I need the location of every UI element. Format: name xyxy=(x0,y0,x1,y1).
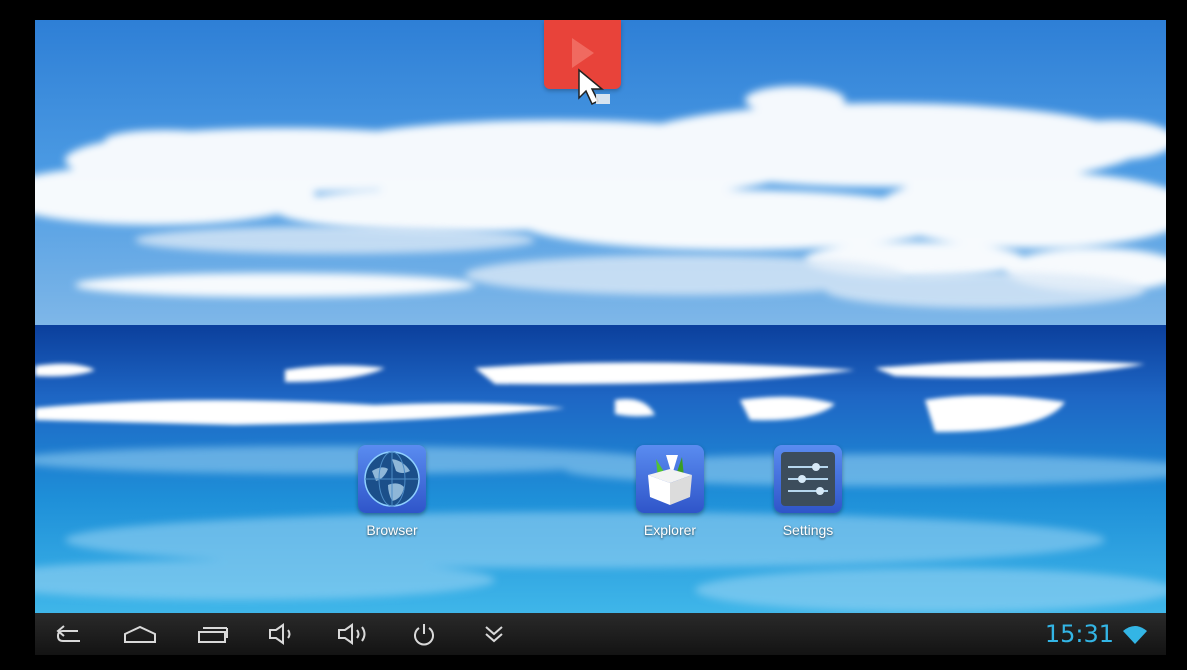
file-box-icon xyxy=(636,445,704,513)
app-settings[interactable]: Settings xyxy=(758,445,858,555)
wifi-icon xyxy=(1123,626,1147,644)
home-icon xyxy=(124,625,156,643)
app-label: Browser xyxy=(366,522,418,538)
power-button[interactable] xyxy=(399,613,449,655)
navigation-bar: 15:31 xyxy=(35,613,1166,655)
back-icon xyxy=(56,625,80,642)
globe-icon xyxy=(358,445,426,513)
power-icon xyxy=(414,624,434,646)
home-button[interactable] xyxy=(115,613,165,655)
collapse-button[interactable] xyxy=(469,613,519,655)
volume-up-button[interactable] xyxy=(329,613,379,655)
back-button[interactable] xyxy=(45,613,95,655)
recents-button[interactable] xyxy=(188,613,238,655)
volume-up-icon xyxy=(338,623,366,645)
app-label: Explorer xyxy=(643,522,697,538)
recents-icon xyxy=(198,627,228,643)
status-clock: 15:31 xyxy=(1044,620,1114,648)
sliders-icon xyxy=(774,445,842,513)
mouse-cursor-icon xyxy=(578,68,610,106)
volume-down-button[interactable] xyxy=(257,613,307,655)
volume-down-icon xyxy=(269,623,291,645)
collapse-icon xyxy=(485,626,503,643)
app-explorer[interactable]: Explorer xyxy=(620,445,720,555)
beach-wallpaper xyxy=(35,20,1166,613)
android-screen: Browser Explorer Settings 15:31 xyxy=(35,20,1166,655)
device-frame: Browser Explorer Settings 15:31 xyxy=(0,0,1187,670)
app-label: Settings xyxy=(782,522,834,538)
app-browser[interactable]: Browser xyxy=(342,445,442,555)
